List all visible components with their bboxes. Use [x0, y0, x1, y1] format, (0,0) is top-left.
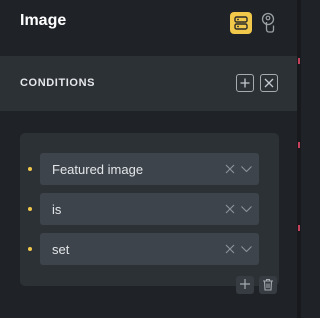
- add-condition-group-button[interactable]: [236, 74, 254, 92]
- panel-header: Image: [0, 0, 297, 45]
- add-condition-button[interactable]: [236, 276, 254, 294]
- condition-value-select[interactable]: set: [40, 233, 259, 265]
- layout-toggle-button[interactable]: [230, 12, 252, 34]
- layout-toggle-icon: [234, 16, 248, 30]
- condition-bullet: [28, 247, 32, 251]
- close-icon: [264, 78, 274, 88]
- user-touch-icon: [261, 12, 275, 33]
- edge-marker: [298, 142, 300, 148]
- panel-title: Image: [20, 12, 67, 29]
- condition-row: set: [20, 233, 279, 265]
- plus-icon: [240, 279, 250, 289]
- condition-bullet: [28, 167, 32, 171]
- chevron-down-icon[interactable]: [241, 246, 252, 253]
- delete-condition-button[interactable]: [259, 276, 277, 294]
- plus-icon: [240, 78, 250, 88]
- condition-compare-select[interactable]: is: [40, 193, 259, 225]
- condition-value-value: set: [52, 242, 70, 257]
- edge-marker: [298, 225, 300, 231]
- condition-key-value: Featured image: [52, 162, 144, 177]
- remove-conditions-button[interactable]: [260, 74, 278, 92]
- condition-row: is: [20, 193, 279, 225]
- chevron-down-icon[interactable]: [241, 206, 252, 213]
- clear-icon[interactable]: [225, 204, 235, 214]
- condition-group: Featured image is set: [20, 133, 279, 294]
- conditions-section-header[interactable]: CONDITIONS: [0, 56, 297, 111]
- element-settings-panel: Image CONDITIONS Featured image is set: [0, 0, 301, 318]
- scroll-edge: [297, 0, 301, 318]
- user-touch-button[interactable]: [259, 12, 277, 34]
- chevron-down-icon[interactable]: [241, 166, 252, 173]
- trash-icon: [263, 278, 273, 291]
- clear-icon[interactable]: [225, 164, 235, 174]
- clear-icon[interactable]: [225, 244, 235, 254]
- conditions-heading: CONDITIONS: [20, 77, 96, 89]
- condition-bullet: [28, 207, 32, 211]
- edge-marker: [298, 58, 300, 64]
- condition-key-select[interactable]: Featured image: [40, 153, 259, 185]
- condition-row: Featured image: [20, 153, 279, 185]
- condition-compare-value: is: [52, 202, 62, 217]
